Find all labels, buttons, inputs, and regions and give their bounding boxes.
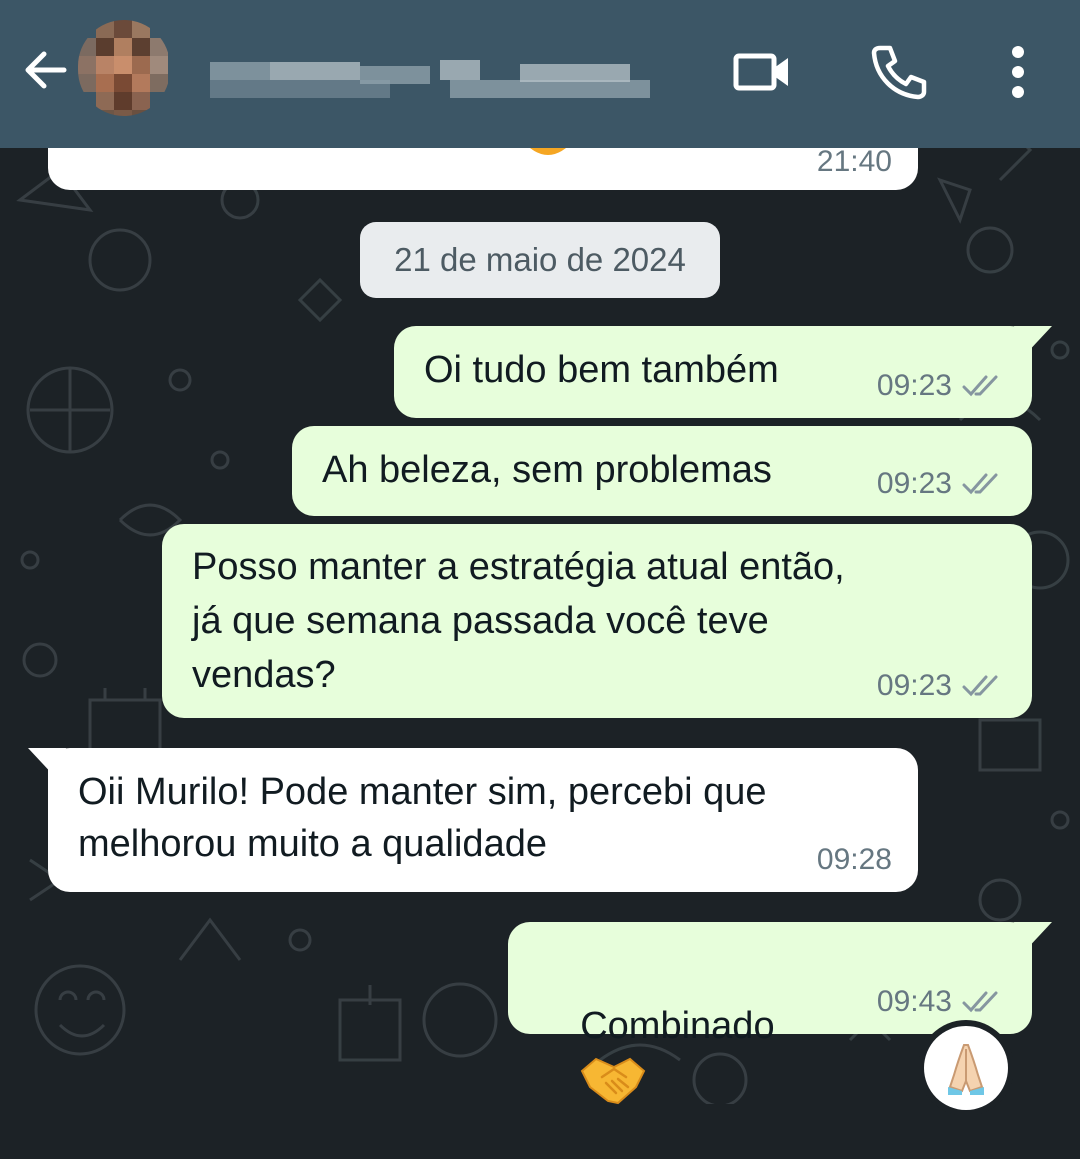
message-text: Posso manter a estratégia atual então, j… — [192, 546, 845, 696]
message-text: Oi tudo bem também — [424, 349, 779, 391]
double-check-read-icon — [962, 375, 998, 397]
chat-header — [0, 0, 1080, 148]
more-options-icon[interactable] — [986, 40, 1050, 104]
outgoing-message-bubble[interactable]: Ah beleza, sem problemas 09:23 — [292, 426, 1032, 516]
folded-hands-emoji-icon — [948, 1044, 984, 1095]
bubble-tail — [1014, 326, 1052, 356]
message-time: 09:23 — [876, 467, 952, 500]
video-call-icon[interactable] — [730, 40, 794, 104]
message-time: 21:40 — [816, 145, 892, 178]
double-check-read-icon — [962, 991, 998, 1013]
double-check-read-icon — [962, 473, 998, 495]
message-time: 09:43 — [876, 985, 952, 1018]
back-arrow-icon[interactable] — [18, 42, 74, 98]
message-text: Ah beleza, sem problemas — [322, 449, 772, 491]
message-reaction[interactable] — [924, 1026, 1008, 1110]
outgoing-message-bubble[interactable]: Oi tudo bem também 09:23 — [394, 326, 1052, 418]
contact-avatar[interactable] — [78, 20, 170, 116]
message-text: Combinado — [580, 1005, 775, 1047]
message-time: 09:23 — [876, 369, 952, 402]
bubble-tail — [28, 748, 66, 778]
message-content: Combinado — [538, 948, 775, 1159]
message-time: 09:28 — [816, 843, 892, 876]
outgoing-message-bubble[interactable]: Combinado 09:43 — [508, 922, 1052, 1105]
date-separator: 21 de maio de 2024 — [360, 222, 720, 298]
bubble-tail — [1014, 922, 1052, 952]
double-check-read-icon — [962, 675, 998, 697]
voice-call-icon[interactable] — [866, 40, 930, 104]
message-time: 09:23 — [876, 669, 952, 702]
date-separator-text: 21 de maio de 2024 — [394, 241, 686, 278]
incoming-message-bubble[interactable]: Oii Murilo! Pode manter sim, percebi que… — [28, 748, 918, 892]
contact-name-redacted[interactable] — [190, 40, 670, 100]
outgoing-message-bubble[interactable]: Posso manter a estratégia atual então, j… — [162, 524, 1032, 718]
handshake-emoji-icon — [580, 1057, 646, 1105]
message-text: Oii Murilo! Pode manter sim, percebi que… — [78, 771, 767, 865]
